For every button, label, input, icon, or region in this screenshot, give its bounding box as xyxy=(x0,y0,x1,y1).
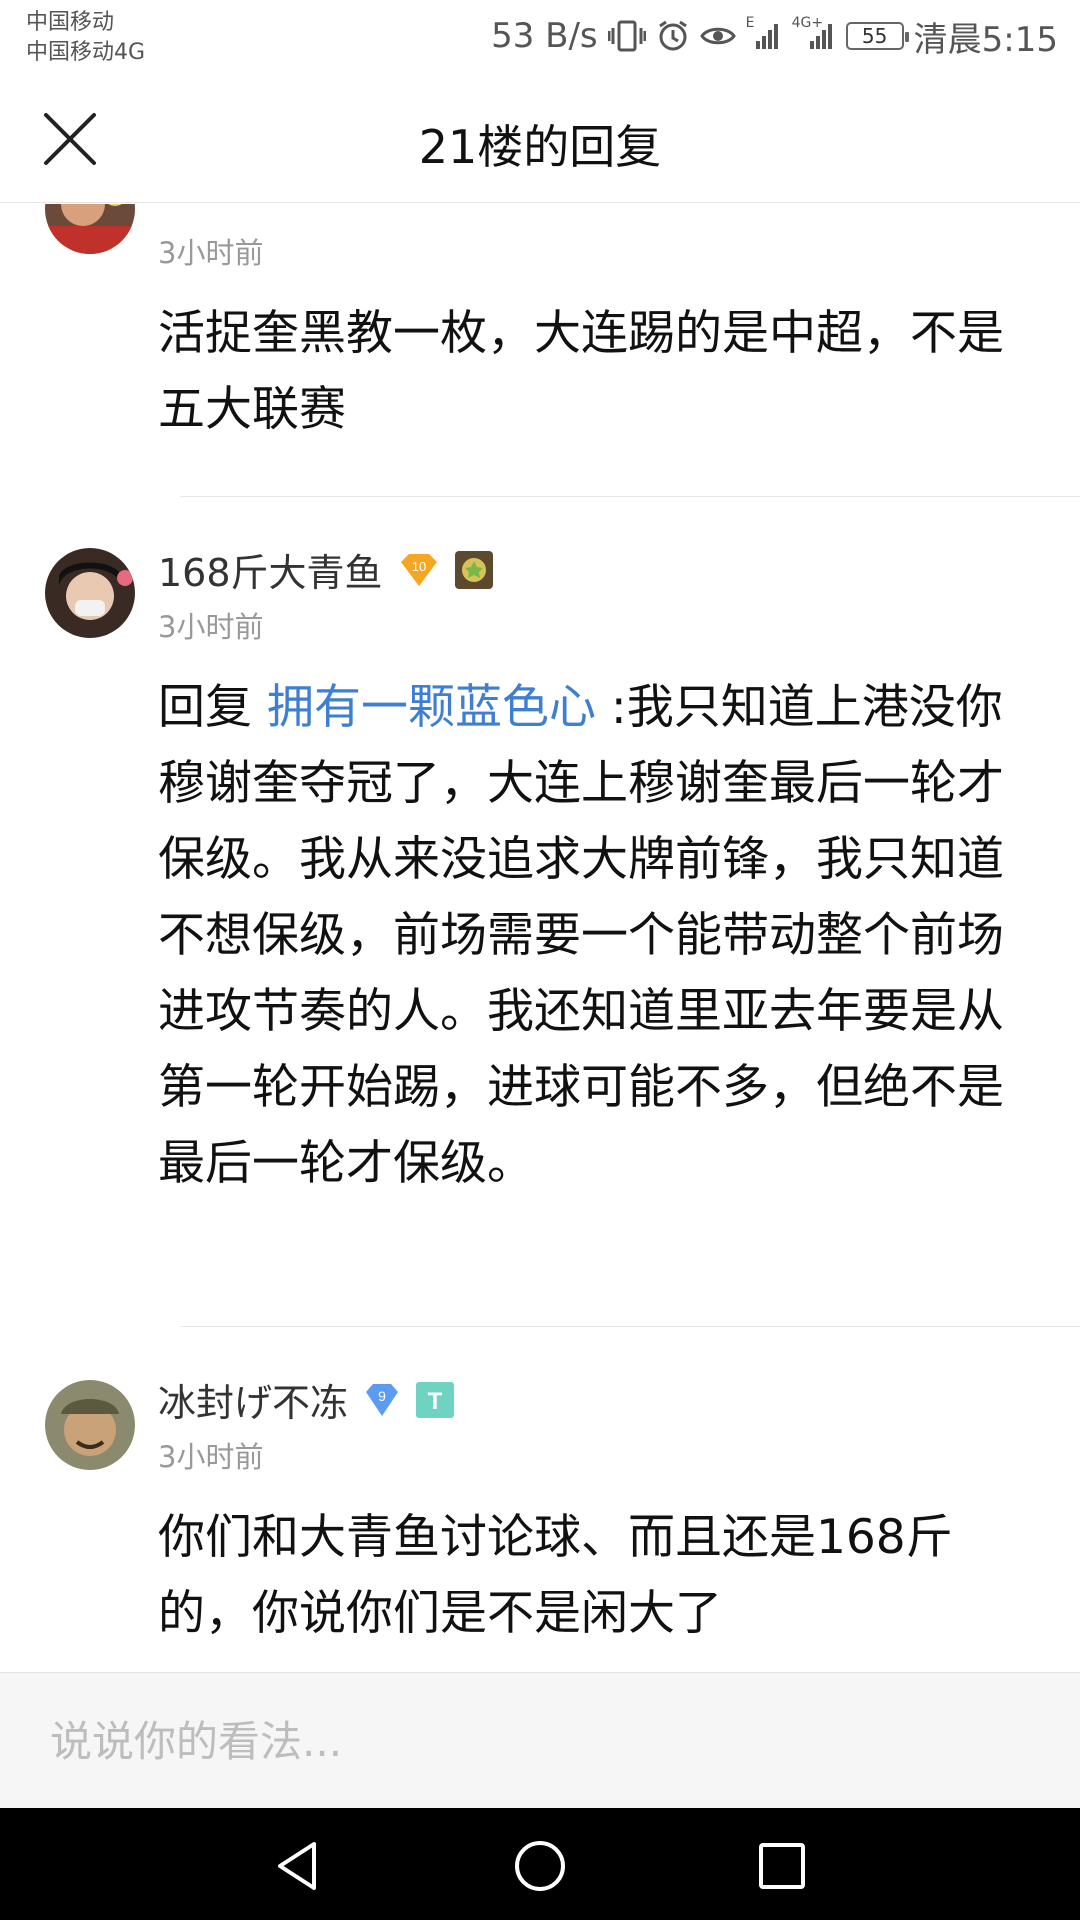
comment-time: 3小时前 xyxy=(158,610,264,644)
avatar[interactable] xyxy=(45,1380,135,1470)
carrier-secondary: 中国移动4G xyxy=(26,40,146,65)
clock: 清晨5:15 xyxy=(913,19,1058,60)
signal-4g-icon: 4G+ xyxy=(792,15,836,51)
eye-icon xyxy=(699,23,736,49)
header: 21楼的回复 xyxy=(0,75,1080,203)
back-button[interactable] xyxy=(268,1836,328,1896)
net-speed: 53 B/s xyxy=(491,16,598,56)
carrier-info: 中国移动 中国移动4G xyxy=(26,8,145,68)
level-badge: 10 xyxy=(397,552,441,588)
vibrate-icon xyxy=(607,19,646,53)
tag-letter: T xyxy=(428,1388,443,1415)
signal-e-icon: E xyxy=(746,15,782,51)
level-number: 9 xyxy=(378,1388,386,1404)
divider xyxy=(180,496,1080,497)
system-nav-bar xyxy=(0,1808,1080,1920)
comment-input-bar xyxy=(0,1672,1080,1808)
battery-icon: 55 xyxy=(845,22,909,50)
comment-body[interactable]: 回复 拥有一颗蓝色心 :我只知道上港没你穆谢奎夺冠了，大连上穆谢奎最后一轮才保级… xyxy=(158,670,1008,1202)
comment-body[interactable]: 活捉奎黑教一枚，大连踢的是中超，不是五大联赛 xyxy=(158,296,1008,448)
medal-icon xyxy=(454,550,493,589)
reply-to-link[interactable]: 拥有一颗蓝色心 xyxy=(267,680,596,735)
recents-square-icon xyxy=(759,1843,805,1889)
comment-username[interactable]: 168斤大青鱼 10 xyxy=(158,542,493,597)
signal-4g-label: 4G+ xyxy=(791,15,824,31)
comment-input[interactable] xyxy=(50,1709,1030,1773)
comment-time: 3小时前 xyxy=(158,236,264,270)
carrier-primary: 中国移动 xyxy=(26,10,115,35)
reply-prefix: 回复 xyxy=(158,680,267,735)
status-bar: 中国移动 中国移动4G 53 B/s E 4G+ 55 清晨5:15 xyxy=(0,0,1080,75)
avatar[interactable] xyxy=(45,204,135,254)
level-badge: 9 xyxy=(362,1382,402,1418)
status-icons: 53 B/s E 4G+ 55 清晨5:15 xyxy=(491,14,1058,60)
avatar[interactable] xyxy=(45,548,135,638)
home-circle-icon xyxy=(515,1841,565,1891)
alarm-icon xyxy=(656,19,690,53)
comment-body[interactable]: 你们和大青鱼讨论球、而且还是168斤的，你说你们是不是闲大了 xyxy=(158,1500,1008,1652)
comment-text: :我只知道上港没你穆谢奎夺冠了，大连上穆谢奎最后一轮才保级。我从来没追求大牌前锋… xyxy=(158,680,1004,1191)
recents-button[interactable] xyxy=(752,1836,812,1896)
comment-time: 3小时前 xyxy=(158,1440,264,1474)
username-text[interactable]: 冰封げ不冻 xyxy=(158,1372,348,1427)
battery-level: 55 xyxy=(861,24,888,48)
comment-username[interactable]: 冰封げ不冻 9 T xyxy=(158,1372,455,1427)
reply-list[interactable]: 3小时前 活捉奎黑教一枚，大连踢的是中超，不是五大联赛 168斤大青鱼 10 3… xyxy=(0,204,1080,1672)
home-button[interactable] xyxy=(510,1836,570,1896)
back-triangle-icon xyxy=(278,1842,316,1890)
signal-e-label: E xyxy=(745,15,755,31)
divider xyxy=(180,1326,1080,1327)
level-number: 10 xyxy=(411,559,425,574)
tag-badge: T xyxy=(416,1381,455,1418)
username-text[interactable]: 168斤大青鱼 xyxy=(158,542,383,597)
page-title: 21楼的回复 xyxy=(418,120,662,174)
